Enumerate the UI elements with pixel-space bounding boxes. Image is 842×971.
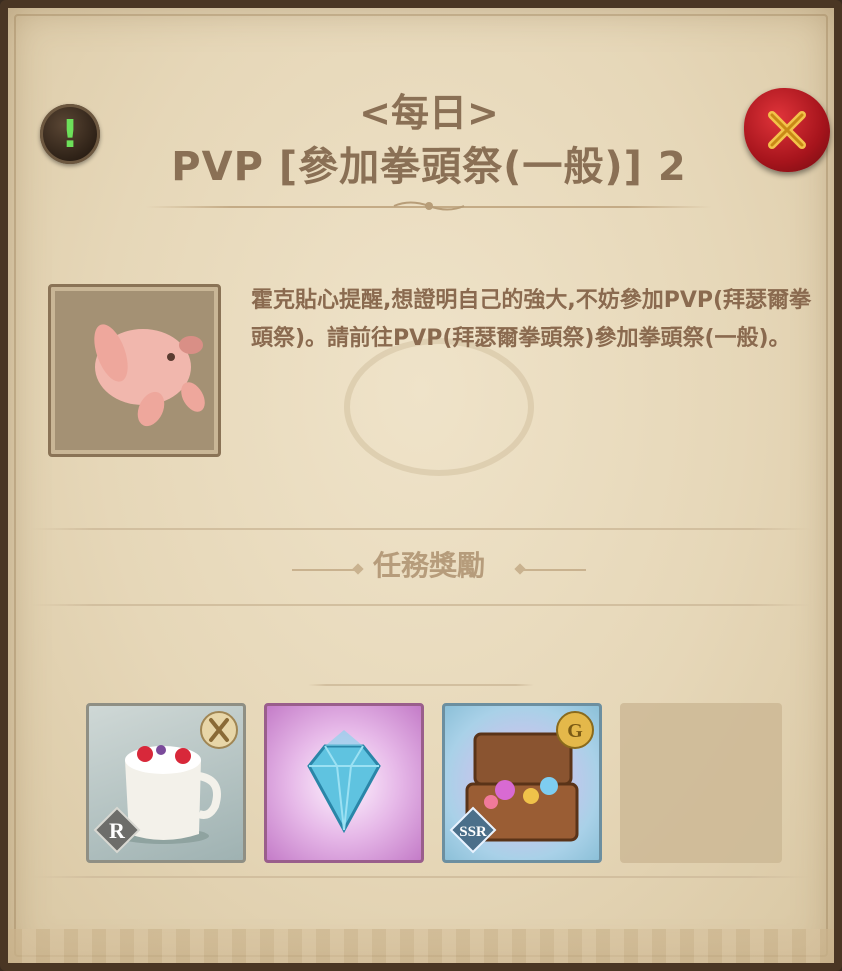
- quest-title: PVP [參加拳頭祭(一般)] 2: [171, 144, 687, 190]
- quest-description: 霍克貼心提醒,想證明自己的強大,不妨參加PVP(拜瑟爾拳頭祭)。請前往PVP(拜…: [251, 288, 812, 351]
- arrow-right-icon: [516, 569, 586, 571]
- quest-detail-panel: ! <每日> PVP [參加拳頭祭(一般)] 2 霍克貼心提醒,想證明自己的強大…: [0, 0, 842, 971]
- reward-empty-slot: [620, 703, 782, 863]
- quest-category: <每日>: [359, 91, 499, 135]
- reward-item-1[interactable]: R: [86, 703, 246, 863]
- svg-text:SSR: SSR: [459, 824, 487, 840]
- reward-item-3[interactable]: G SSR: [442, 703, 602, 863]
- diamond-icon: [307, 730, 381, 834]
- ornament-icon: [393, 201, 465, 211]
- background-emblem: [344, 338, 534, 476]
- gold-coin-icon: G: [556, 711, 594, 749]
- bottom-ornament: [8, 929, 834, 963]
- svg-text:R: R: [109, 818, 126, 843]
- bottom-divider: [30, 876, 812, 878]
- section-divider: [30, 528, 812, 530]
- rarity-ssr-icon: SSR: [449, 806, 497, 854]
- svg-text:G: G: [567, 720, 583, 742]
- utensils-icon: [200, 711, 238, 749]
- title-divider: [146, 201, 712, 211]
- reward-item-2[interactable]: [264, 703, 424, 863]
- pig-icon: [94, 324, 205, 427]
- npc-portrait: [48, 284, 221, 457]
- section-divider: [30, 604, 812, 606]
- rewards-header: 任務獎勵: [372, 549, 485, 582]
- reward-top-divider: [308, 684, 534, 686]
- rarity-r-icon: R: [93, 806, 141, 854]
